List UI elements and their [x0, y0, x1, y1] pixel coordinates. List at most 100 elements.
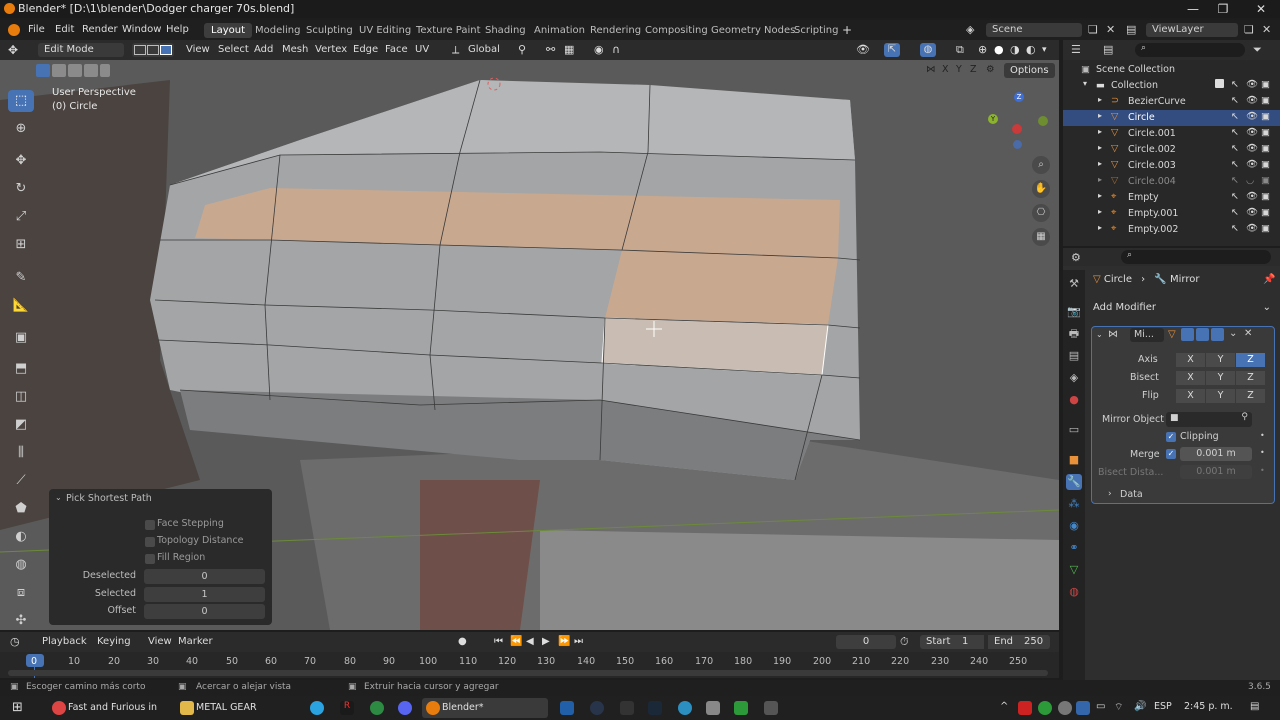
eye-icon[interactable]: 👁 [1246, 191, 1258, 202]
discord-icon[interactable] [398, 701, 412, 715]
wifi-icon[interactable]: ⌔ [1114, 701, 1123, 714]
expand-arrow-icon[interactable]: ▸ [1098, 111, 1102, 120]
stopwatch-icon[interactable]: ⏱ [900, 635, 909, 649]
snap-target-icon[interactable]: ▦ [564, 43, 574, 57]
menu-face[interactable]: Face [385, 43, 408, 57]
outliner-row-beziercurve[interactable]: ▸ ⊃ BezierCurve ↖ 👁 ▣ [1063, 94, 1280, 110]
select-arrow-icon[interactable]: ↖ [1231, 191, 1239, 202]
wireframe-shading-icon[interactable]: ⊕ [978, 43, 987, 57]
overlay-toggle-icon[interactable]: ◍ [920, 43, 936, 57]
close-button[interactable]: ✕ [1246, 0, 1276, 18]
notifications-icon[interactable]: ▤ [1250, 701, 1259, 712]
outliner-search-input[interactable]: ⌕ [1135, 43, 1245, 57]
world-tab-icon[interactable]: ● [1066, 392, 1082, 408]
tray-app-icon[interactable] [1018, 701, 1032, 715]
camera-icon[interactable]: ▣ [1261, 127, 1270, 138]
extrude-tool-icon[interactable]: ⬒ [8, 358, 34, 380]
add-modifier-button[interactable]: Add Modifier ⌄ [1093, 302, 1273, 313]
visibility-icon[interactable]: 👁 [856, 43, 870, 57]
menu-edit[interactable]: Edit [55, 24, 74, 35]
tray-blue-icon[interactable] [1076, 701, 1090, 715]
telegram-icon[interactable] [310, 701, 324, 715]
scene-tab-icon[interactable]: ◈ [1066, 370, 1082, 386]
select-invert-icon[interactable] [84, 64, 98, 77]
tool-tab-icon[interactable]: ⚒ [1066, 276, 1082, 292]
particles-tab-icon[interactable]: ⁂ [1066, 496, 1082, 512]
volume-icon[interactable]: 🔊 [1134, 701, 1146, 712]
merge-checkbox[interactable]: ✓ [1166, 449, 1176, 459]
end-frame-field[interactable]: 250 [1024, 635, 1043, 649]
current-frame-field[interactable]: 0 [836, 635, 896, 649]
mode-selector[interactable]: Edit Mode [38, 43, 124, 57]
menu-select[interactable]: Select [218, 43, 249, 57]
expand-arrow-icon[interactable]: ▸ [1098, 159, 1102, 168]
timeline-editor-icon[interactable]: ◷ [10, 635, 20, 649]
data-tab-icon[interactable]: ▽ [1066, 562, 1082, 578]
collection-tab-icon[interactable]: ▭ [1066, 422, 1082, 438]
shrink-fatten-tool-icon[interactable]: ✣ [8, 610, 34, 632]
op-fill-region-row[interactable]: Fill Region [49, 551, 272, 567]
view-layer-selector[interactable]: ViewLayer [1146, 23, 1238, 37]
camera-icon[interactable]: ▣ [1261, 175, 1270, 186]
app-wave-icon[interactable] [678, 701, 692, 715]
collection-checkbox[interactable] [1215, 79, 1224, 88]
constraints-tab-icon[interactable]: ⚭ [1066, 540, 1082, 556]
axis-z-toggle[interactable]: Z [1236, 353, 1265, 367]
outliner-row-circle-004[interactable]: ▸ ▽ Circle.004 ↖ ◡ ▣ [1063, 174, 1280, 190]
solid-shading-icon[interactable]: ● [994, 43, 1004, 57]
physics-tab-icon[interactable]: ◉ [1066, 518, 1082, 534]
remove-modifier-icon[interactable]: ✕ [1244, 328, 1252, 339]
new-scene-icon[interactable]: ❏ [1088, 23, 1098, 36]
vertex-select-icon[interactable] [134, 45, 146, 55]
show-in-editmode-icon[interactable] [1181, 328, 1194, 341]
outliner-row-empty[interactable]: ▸ ⌖ Empty ↖ 👁 ▣ [1063, 190, 1280, 206]
flip-z-toggle[interactable]: Z [1236, 389, 1265, 403]
taskbar-folder[interactable]: METAL GEAR RISING ... [176, 698, 298, 718]
bisect-distance-field[interactable]: 0.001 m [1180, 465, 1252, 479]
eye-icon[interactable]: 👁 [1246, 79, 1258, 90]
axis-y-toggle[interactable]: Y [1206, 353, 1235, 367]
jump-keyframe-forward-icon[interactable]: ⏩ [558, 635, 570, 649]
inset-tool-icon[interactable]: ◫ [8, 386, 34, 408]
snap-icon[interactable]: ⚯ [546, 43, 555, 57]
eye-hidden-icon[interactable]: ◡ [1246, 175, 1254, 186]
blender-menu-icon[interactable] [8, 24, 20, 36]
expand-arrow-icon[interactable]: ▸ [1098, 143, 1102, 152]
tab-layout[interactable]: Layout [204, 23, 252, 38]
edit-mode-cage-icon[interactable]: ▽ [1168, 329, 1180, 341]
add-workspace-button[interactable]: + [842, 23, 852, 37]
eye-icon[interactable]: 👁 [1246, 95, 1258, 106]
collapse-icon[interactable]: ⌄ [55, 493, 62, 502]
properties-search-input[interactable]: ⌕ [1121, 250, 1271, 264]
keyframe-dot-icon[interactable]: • [1260, 448, 1265, 457]
select-arrow-icon[interactable]: ↖ [1231, 159, 1239, 170]
select-arrow-icon[interactable]: ↖ [1231, 143, 1239, 154]
expand-arrow-icon[interactable]: › [1108, 489, 1112, 499]
perspective-toggle-icon[interactable]: ▦ [1032, 228, 1050, 246]
deselected-field[interactable]: 0 [144, 569, 265, 584]
bisect-z-toggle[interactable]: Z [1236, 371, 1265, 385]
loop-cut-tool-icon[interactable]: ⫼ [8, 442, 34, 464]
vscode-icon[interactable] [560, 701, 574, 715]
windows-start-icon[interactable]: ⊞ [12, 700, 23, 715]
transform-orientation-selector[interactable]: Global [468, 43, 500, 57]
minimize-button[interactable]: — [1178, 0, 1208, 18]
select-intersect-icon[interactable] [100, 64, 110, 77]
selected-field[interactable]: 1 [144, 587, 265, 602]
proportional-editing-icon[interactable]: ◉ [594, 43, 604, 57]
camera-icon[interactable]: ▣ [1261, 95, 1270, 106]
menu-render[interactable]: Render [82, 24, 118, 35]
view-layer-tab-icon[interactable]: ▤ [1066, 348, 1082, 364]
tab-shading[interactable]: Shading [478, 23, 533, 38]
edge-slide-tool-icon[interactable]: ⧈ [8, 582, 34, 604]
app-r-icon[interactable]: R [340, 701, 354, 715]
jump-end-icon[interactable]: ⏭ [574, 635, 583, 649]
menu-window[interactable]: Window [122, 24, 161, 35]
outliner-row-collection[interactable]: ▾ ▬ Collection ↖ 👁 ▣ [1063, 78, 1280, 94]
symmetry-x[interactable]: X [942, 64, 949, 75]
maximize-button[interactable]: ❐ [1208, 0, 1238, 18]
camera-icon[interactable]: ▣ [1261, 143, 1270, 154]
menu-file[interactable]: File [28, 24, 45, 35]
timeline-ruler[interactable]: 0 10 20 30 40 50 60 70 80 90 100 110 120… [0, 652, 1059, 678]
gizmo-z-axis[interactable]: Z [1014, 92, 1024, 102]
